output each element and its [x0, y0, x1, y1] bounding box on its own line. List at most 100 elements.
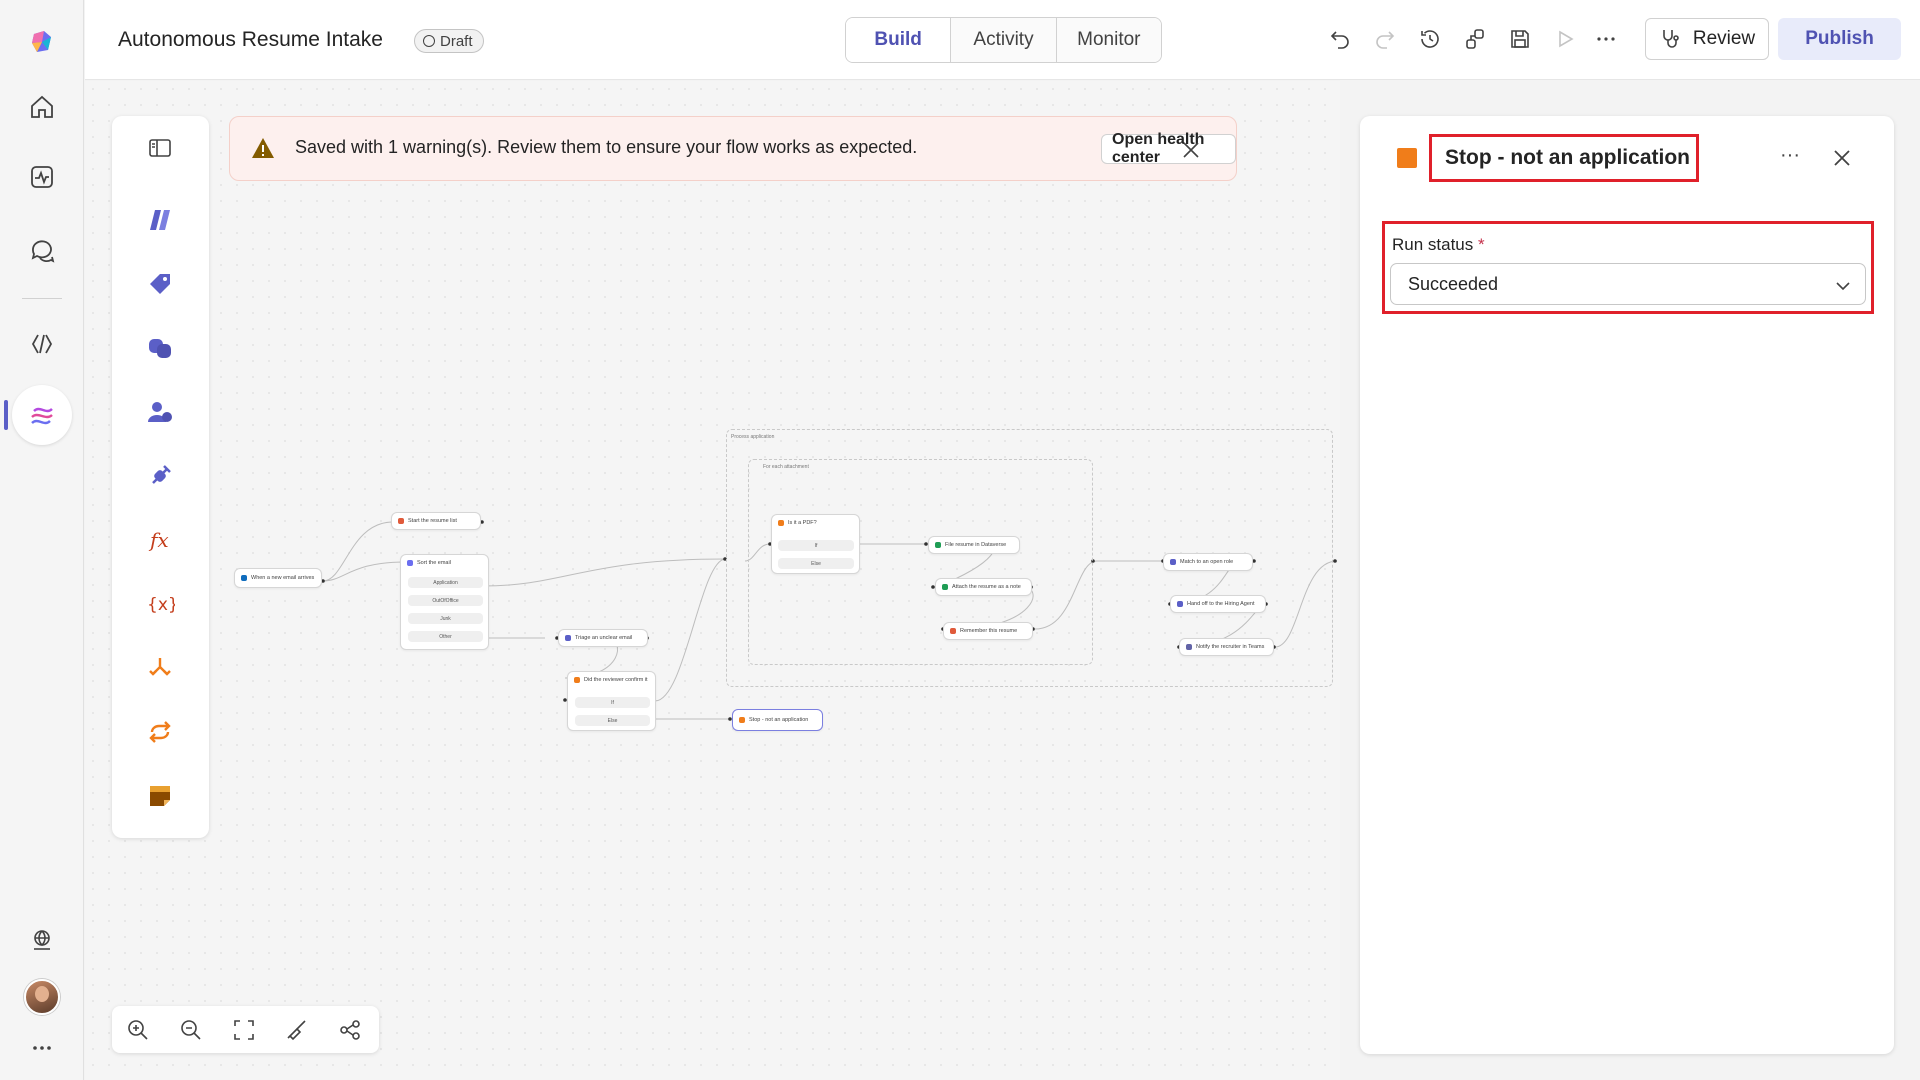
stop-icon: [1397, 148, 1417, 168]
branch-option[interactable]: If: [575, 697, 650, 708]
flow-node-start-list[interactable]: Start the resume list: [391, 512, 481, 530]
branch-option[interactable]: Other: [408, 631, 483, 642]
flow-node-trigger[interactable]: When a new email arrives: [234, 568, 322, 588]
node-label: Remember this resume: [960, 627, 1018, 634]
review-button[interactable]: Review: [1645, 18, 1769, 60]
note-icon[interactable]: [140, 776, 180, 816]
fit-view-icon[interactable]: [231, 1017, 257, 1043]
redo-icon[interactable]: [1368, 22, 1402, 56]
group-label: Process application: [731, 434, 775, 440]
activity-icon[interactable]: [20, 155, 64, 199]
label-text: Run status: [1392, 235, 1474, 254]
globe-icon[interactable]: [20, 918, 64, 962]
dropdown-value: Succeeded: [1408, 274, 1499, 294]
variable-icon: [950, 627, 956, 634]
flow-node-sort-email[interactable]: Sort the email Application OutOfOffice J…: [400, 554, 489, 650]
formula-icon[interactable]: fx: [140, 520, 180, 560]
flow-node-match-role[interactable]: Match to an open role: [1163, 553, 1253, 571]
flow-node-reviewer-confirm[interactable]: Did the reviewer confirm it If Else: [567, 671, 656, 731]
node-label: Is it a PDF?: [788, 519, 817, 526]
toggle-panel-icon[interactable]: [140, 128, 180, 168]
person-icon: [565, 634, 571, 641]
stethoscope-icon: [1663, 30, 1679, 48]
save-icon[interactable]: [1503, 22, 1537, 56]
flow-node-is-pdf[interactable]: Is it a PDF? If Else: [771, 514, 860, 574]
agent-icon: [1170, 558, 1176, 565]
view-tabs: Build Activity Monitor: [845, 17, 1162, 63]
flow-node-attach-note[interactable]: Attach the resume as a note: [935, 578, 1032, 596]
branch-option[interactable]: Junk: [408, 613, 483, 624]
node-label: Hand off to the Hiring Agent: [1187, 600, 1255, 607]
node-label: Attach the resume as a note: [952, 583, 1021, 590]
branch-icon[interactable]: [140, 648, 180, 688]
condition-icon: [574, 676, 580, 683]
code-icon[interactable]: [20, 322, 64, 366]
zoom-in-icon[interactable]: [125, 1017, 151, 1043]
connector-icon[interactable]: [140, 456, 180, 496]
flow-node-notify[interactable]: Notify the recruiter in Teams: [1179, 638, 1274, 656]
close-icon[interactable]: [1178, 137, 1204, 163]
clean-up-icon[interactable]: [284, 1017, 310, 1043]
open-health-center-button[interactable]: Open health center: [1101, 131, 1236, 166]
run-status-highlight: Run status * Succeeded: [1382, 221, 1874, 314]
close-icon[interactable]: [1830, 146, 1854, 170]
tag-icon[interactable]: [140, 264, 180, 304]
home-icon[interactable]: [20, 85, 64, 129]
required-mark: *: [1478, 235, 1485, 254]
draft-circle-icon: [423, 35, 435, 47]
more-options-icon[interactable]: [1589, 22, 1623, 56]
node-palette: fx {x}: [112, 116, 209, 838]
loop-icon[interactable]: [140, 712, 180, 752]
flow-node-remember[interactable]: Remember this resume: [943, 622, 1033, 640]
node-label: File resume in Dataverse: [945, 541, 1007, 548]
history-icon[interactable]: [1413, 22, 1447, 56]
group-label: For each attachment: [763, 464, 809, 470]
publish-button[interactable]: Publish: [1778, 18, 1901, 60]
status-badge-label: Draft: [440, 32, 473, 50]
more-icon[interactable]: ···: [1780, 144, 1800, 167]
flow-node-hand-off[interactable]: Hand off to the Hiring Agent: [1170, 595, 1266, 613]
zoom-out-icon[interactable]: [178, 1017, 204, 1043]
panel-title[interactable]: Stop - not an application: [1445, 146, 1690, 170]
node-label: Stop - not an application: [749, 716, 809, 723]
variable-icon: [398, 517, 404, 524]
flow-node-file-resume[interactable]: File resume in Dataverse: [928, 536, 1020, 554]
svg-text:fx: fx: [148, 528, 169, 552]
avatar[interactable]: [24, 979, 60, 1015]
run-status-dropdown[interactable]: Succeeded: [1390, 263, 1866, 305]
header: Autonomous Resume Intake Draft Build Act…: [85, 0, 1920, 80]
branch-option[interactable]: Else: [575, 715, 650, 726]
dataverse-icon: [942, 583, 948, 590]
node-label: Sort the email: [417, 559, 451, 566]
branch-option[interactable]: Application: [408, 577, 483, 588]
agent-icon: [1177, 600, 1183, 607]
outlook-icon: [241, 575, 247, 581]
properties-panel: Stop - not an application ··· Run status…: [1360, 116, 1894, 1054]
flow-node-stop[interactable]: Stop - not an application: [732, 709, 823, 731]
flows-icon[interactable]: [12, 385, 72, 445]
more-icon[interactable]: [20, 1026, 64, 1070]
agent-icon: [407, 559, 413, 566]
branch-option[interactable]: If: [778, 540, 854, 551]
tab-monitor[interactable]: Monitor: [1056, 18, 1161, 62]
flow-node-triage[interactable]: Triage an unclear email: [558, 629, 648, 647]
branch-option[interactable]: OutOfOffice: [408, 595, 483, 606]
undo-icon[interactable]: [1323, 22, 1357, 56]
agent-icon[interactable]: [140, 200, 180, 240]
play-icon[interactable]: [1548, 22, 1582, 56]
minimap-icon[interactable]: [337, 1017, 363, 1043]
status-badge: Draft: [414, 29, 484, 53]
tab-activity[interactable]: Activity: [951, 18, 1057, 62]
teams-icon: [1186, 643, 1192, 650]
chevron-down-icon: [1836, 282, 1850, 291]
variable-icon[interactable]: {x}: [140, 584, 180, 624]
app-logo-icon[interactable]: [20, 20, 64, 64]
warning-icon: [252, 138, 274, 158]
person-icon[interactable]: [140, 392, 180, 432]
copilot-icon[interactable]: [140, 328, 180, 368]
node-label: Match to an open role: [1180, 558, 1234, 565]
branch-option[interactable]: Else: [778, 558, 854, 569]
connections-icon[interactable]: [1458, 22, 1492, 56]
chat-icon[interactable]: [20, 228, 64, 272]
tab-build[interactable]: Build: [846, 18, 952, 62]
